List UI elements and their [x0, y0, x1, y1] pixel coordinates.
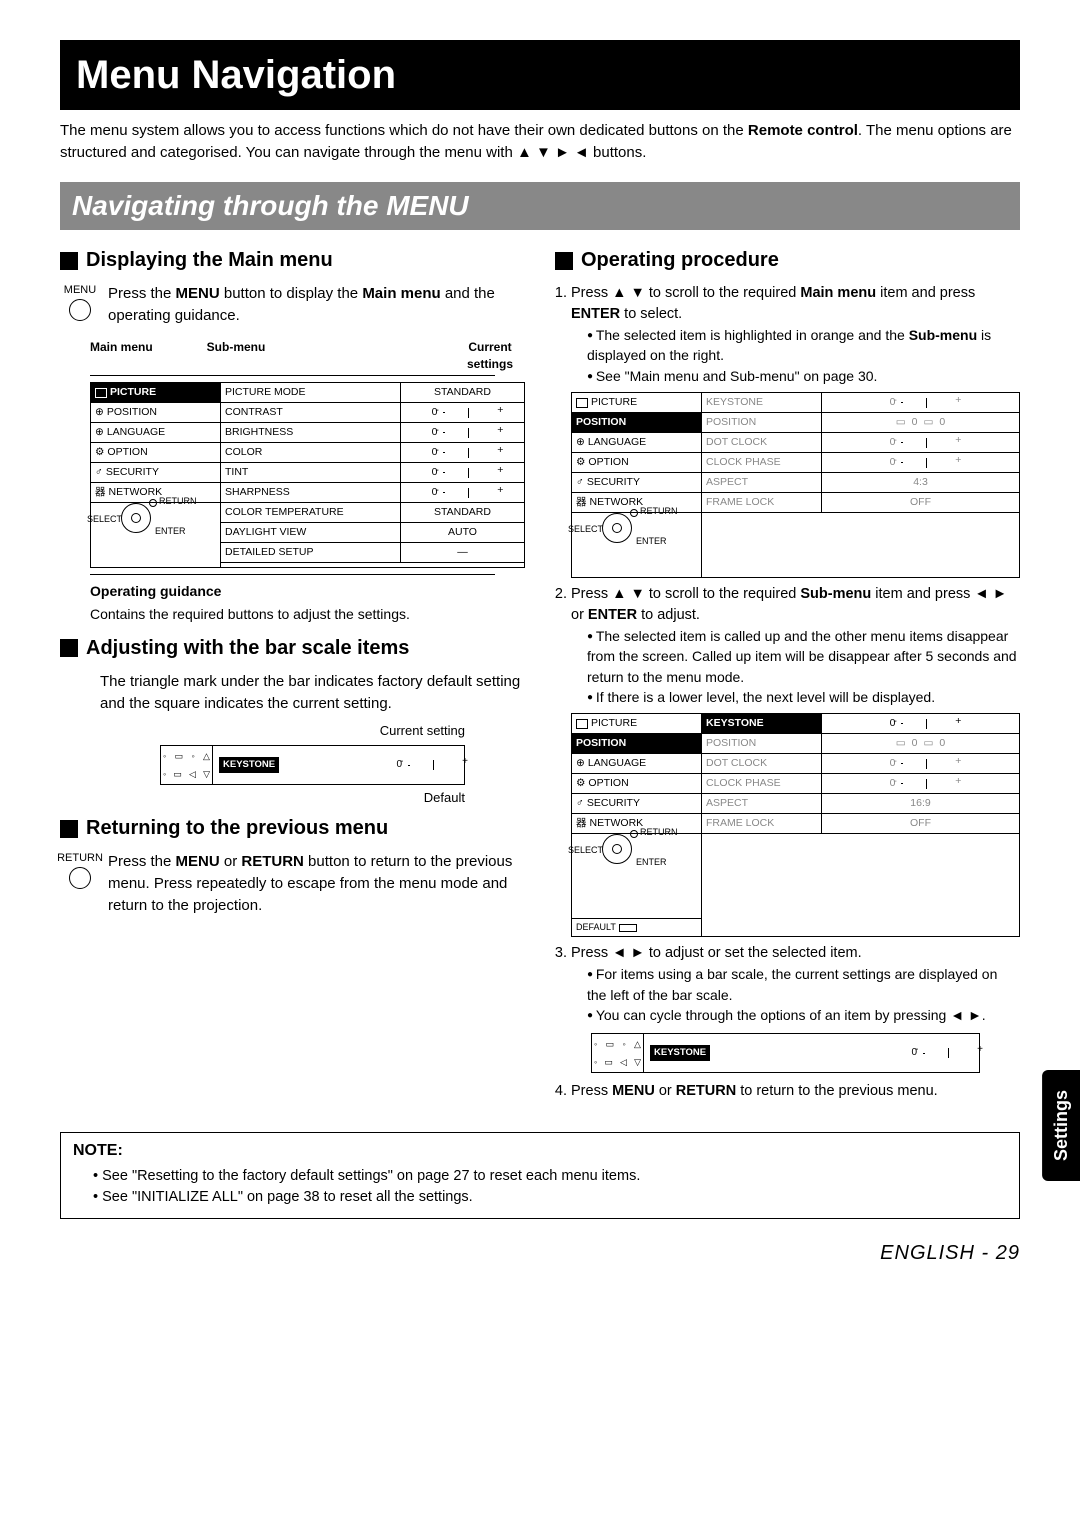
menu-diagram-1: PICTURE POSITION ⊕LANGUAGE ⚙OPTION ♂SECU…: [571, 392, 1020, 578]
section-heading: Navigating through the MENU: [60, 182, 1020, 231]
operating-guidance-text: Contains the required buttons to adjust …: [90, 604, 525, 624]
note-heading: NOTE:: [73, 1139, 1007, 1162]
step-3: Press ◄ ► to adjust or set the selected …: [571, 943, 1020, 1073]
menu-item-picture: PICTURE: [91, 383, 220, 403]
menu-item-language: ⊕LANGUAGE: [91, 423, 220, 443]
return-label: RETURN: [57, 851, 103, 867]
intro-part1: The menu system allows you to access fun…: [60, 122, 748, 139]
note-box: NOTE: See "Resetting to the factory defa…: [60, 1132, 1020, 1219]
return-text: Press the MENU or RETURN button to retur…: [108, 851, 525, 916]
step-2: Press ▲ ▼ to scroll to the required Sub-…: [571, 584, 1020, 937]
adjusting-bar-text: The triangle mark under the bar indicate…: [100, 671, 525, 715]
menu-item-option: ⚙OPTION: [91, 443, 220, 463]
keystone-mini: ◦▭◦△ ◦▭◁▽ KEYSTONE 0: [160, 745, 465, 785]
step-1: Press ▲ ▼ to scroll to the required Main…: [571, 283, 1020, 578]
menu-press-text: Press the MENU button to display the Mai…: [108, 283, 525, 327]
menu-item-security: ♂SECURITY: [91, 463, 220, 483]
returning-heading: Returning to the previous menu: [60, 814, 525, 843]
right-column: Operating procedure Press ▲ ▼ to scroll …: [555, 240, 1020, 1108]
circle-icon: [69, 299, 91, 321]
intro-bold1: Remote control: [748, 122, 858, 139]
nav-enter-label: ENTER: [155, 525, 186, 538]
operating-guidance-heading: Operating guidance: [90, 583, 221, 599]
menu-labels: Main menu Sub-menu Current settings: [90, 339, 525, 374]
nav-select-label: SELECT: [87, 513, 122, 526]
step-4: Press MENU or RETURN to return to the pr…: [571, 1081, 1020, 1102]
default-row: DEFAULT: [572, 918, 701, 936]
menu-left-panel: PICTURE ⊕POSITION ⊕LANGUAGE ⚙OPTION ♂SEC…: [91, 383, 221, 567]
main-menu-label: Main menu: [90, 339, 153, 374]
intro-text: The menu system allows you to access fun…: [60, 120, 1020, 164]
keystone-mini-2: ◦▭◦△ ◦▭◁▽ KEYSTONE 0: [591, 1033, 980, 1073]
adjusting-bar-heading: Adjusting with the bar scale items: [60, 634, 525, 663]
default-annot: Default: [60, 789, 465, 808]
operating-procedure-heading: Operating procedure: [555, 246, 1020, 275]
nav-return-label: RETURN: [159, 495, 197, 508]
footer-lang: ENGLISH: [880, 1242, 975, 1264]
menu-label: MENU: [64, 283, 96, 299]
main-menu-diagram: PICTURE ⊕POSITION ⊕LANGUAGE ⚙OPTION ♂SEC…: [90, 382, 525, 568]
note-2: See "INITIALIZE ALL" on page 38 to reset…: [93, 1187, 1007, 1208]
displaying-main-menu-heading: Displaying the Main menu: [60, 246, 525, 275]
square-icon: [60, 252, 78, 270]
nav-guide: RETURN SELECT ENTER: [91, 503, 220, 567]
current-settings-label: Current settings: [455, 339, 525, 374]
note-1: See "Resetting to the factory default se…: [93, 1166, 1007, 1187]
h1-text: Displaying the Main menu: [86, 246, 333, 275]
left-column: Displaying the Main menu MENU Press the …: [60, 240, 525, 1108]
menu-item-position: ⊕POSITION: [91, 403, 220, 423]
current-setting-annot: Current setting: [60, 722, 465, 741]
footer-page: - 29: [982, 1242, 1020, 1264]
page-title: Menu Navigation: [60, 40, 1020, 110]
menu-diagram-2: PICTURE POSITION ⊕LANGUAGE ⚙OPTION ♂SECU…: [571, 713, 1020, 937]
procedure-list: Press ▲ ▼ to scroll to the required Main…: [571, 283, 1020, 1102]
sub-menu-label: Sub-menu: [207, 339, 266, 374]
menu-right-panel: PICTURE MODESTANDARD CONTRAST0 BRIGHTNES…: [221, 383, 524, 567]
side-tab-settings: Settings: [1042, 1070, 1080, 1181]
menu-button-icon: MENU: [60, 283, 100, 321]
page-footer: ENGLISH - 29: [60, 1239, 1020, 1268]
return-button-icon: RETURN: [60, 851, 100, 889]
